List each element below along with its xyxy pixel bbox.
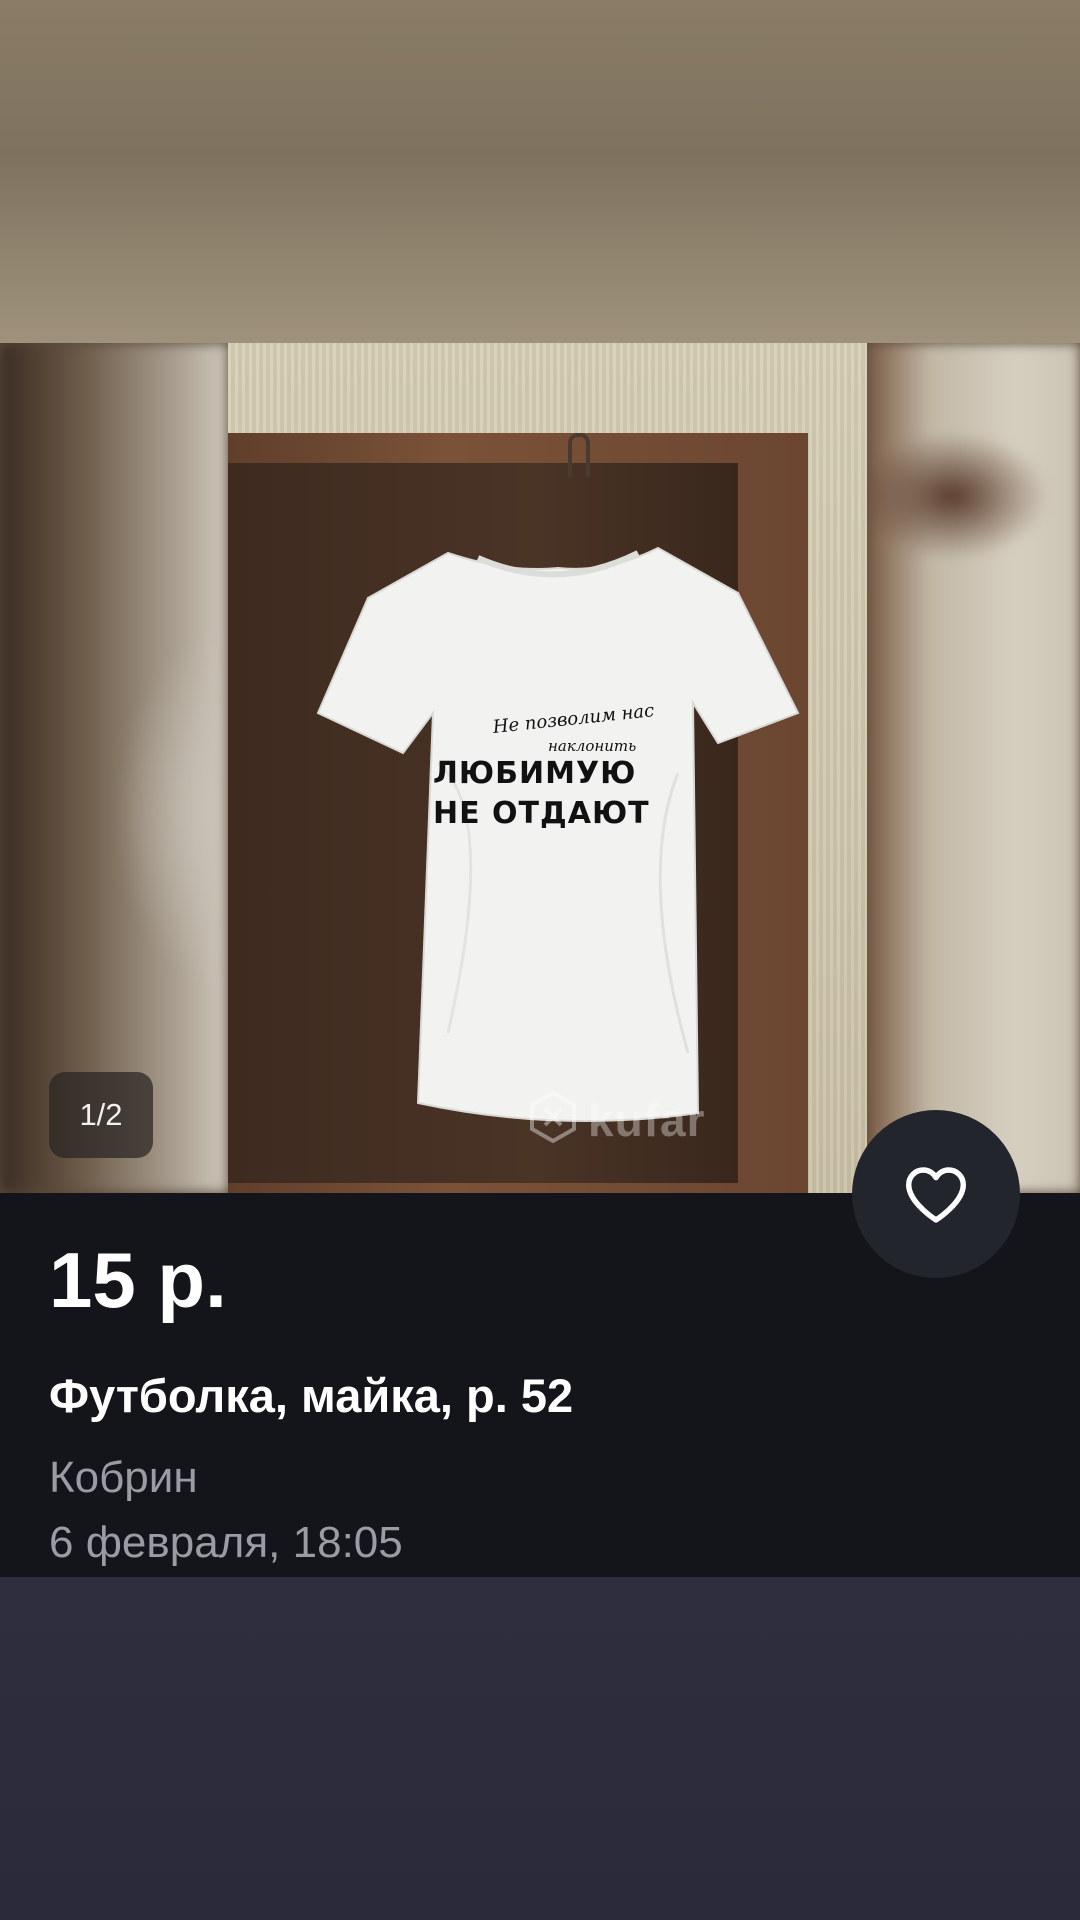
top-backdrop bbox=[0, 0, 1080, 343]
gallery-blur-right bbox=[867, 343, 1080, 1193]
bottom-backdrop bbox=[0, 1577, 1080, 1920]
listing-price: 15 р. bbox=[49, 1236, 227, 1324]
photo-hanger-hook bbox=[568, 433, 590, 477]
favorite-button[interactable] bbox=[852, 1110, 1020, 1278]
shirt-big-line-1: ЛЮБИМУЮ bbox=[433, 756, 637, 791]
shirt-print: Не позволим нас наклонить ЛЮБИМУЮ НЕ ОТД… bbox=[433, 700, 673, 834]
heart-outline-icon bbox=[906, 1167, 966, 1223]
listing-date: 6 февраля, 18:05 bbox=[49, 1518, 403, 1567]
listing-title[interactable]: Футболка, майка, р. 52 bbox=[49, 1366, 573, 1426]
shirt-big-line-2: НЕ ОТДАЮТ bbox=[433, 796, 650, 831]
gallery-blur-left bbox=[0, 343, 228, 1193]
product-photo[interactable]: Не позволим нас наклонить ЛЮБИМУЮ НЕ ОТД… bbox=[228, 343, 867, 1193]
kufar-logo-icon bbox=[530, 1091, 576, 1143]
kufar-watermark: kufar bbox=[588, 1094, 706, 1146]
photo-gallery[interactable]: Не позволим нас наклонить ЛЮБИМУЮ НЕ ОТД… bbox=[0, 343, 1080, 1193]
shirt-script-line-2: наклонить bbox=[548, 737, 637, 755]
photo-counter-badge: 1/2 bbox=[49, 1072, 153, 1158]
listing-location: Кобрин bbox=[49, 1453, 198, 1502]
